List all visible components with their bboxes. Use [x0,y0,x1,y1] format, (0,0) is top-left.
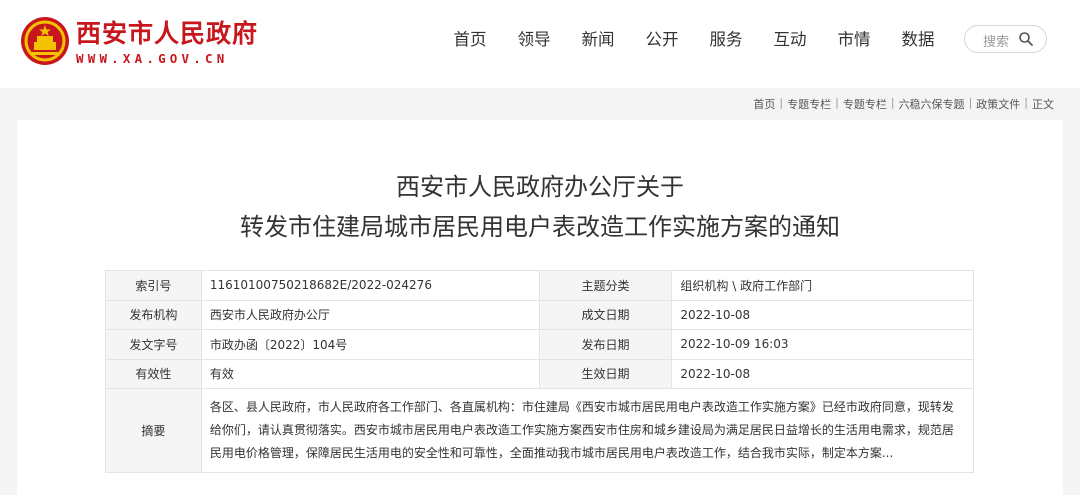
nav-item-interaction[interactable]: 互动 [758,26,822,54]
breadcrumb-separator: | [779,96,784,109]
breadcrumb-policy-documents[interactable]: 政策文件 [976,96,1020,112]
document-number-value: 市政办函〔2022〕104号 [200,329,540,360]
breadcrumb-special-topics-2[interactable]: 专题专栏 [843,96,887,112]
created-date-value: 2022-10-08 [671,299,974,330]
index-value: 11610100750218682E/2022-024276 [200,270,540,301]
table-row: 发布机构 西安市人民政府办公厅 成文日期 2022-10-08 [105,299,974,330]
main-nav: 首页 领导 新闻 公开 服务 互动 市情 数据 [438,26,950,54]
breadcrumb-special-topics[interactable]: 专题专栏 [787,96,831,112]
article-title-line2: 转发市住建局城市居民用电户表改造工作实施方案的通知 [240,213,840,241]
topic-label: 主题分类 [538,270,673,301]
document-number-label: 发文字号 [105,329,202,360]
site-name[interactable]: 西安市人民政府 [76,14,258,50]
table-row: 有效性 有效 生效日期 2022-10-08 [105,358,974,389]
breadcrumb-six-stability[interactable]: 六稳六保专题 [899,96,965,112]
breadcrumb-separator: | [890,96,895,109]
effective-date-label: 生效日期 [538,358,673,389]
effective-date-value: 2022-10-08 [671,358,974,389]
breadcrumb-separator: | [1024,96,1028,109]
validity-label: 有效性 [105,358,202,389]
nav-item-city-info[interactable]: 市情 [822,26,886,54]
table-row: 索引号 11610100750218682E/2022-024276 主题分类 … [105,270,974,301]
created-date-label: 成文日期 [538,299,673,330]
breadcrumb-home[interactable]: 首页 [753,96,775,112]
nav-item-home[interactable]: 首页 [438,26,502,54]
breadcrumb: 首页 | 专题专栏 | 专题专栏 | 六稳六保专题 | 政策文件 | 正文 [753,96,1054,112]
issuer-label: 发布机构 [105,299,202,330]
validity-value: 有效 [200,358,540,389]
site-url: WWW.XA.GOV.CN [76,51,229,66]
nav-item-leaders[interactable]: 领导 [502,26,566,54]
abstract-label: 摘要 [105,388,202,473]
topic-value: 组织机构 \ 政府工作部门 [671,270,974,301]
issuer-value: 西安市人民政府办公厅 [200,299,540,330]
index-label: 索引号 [105,270,202,301]
breadcrumb-separator: | [835,96,839,109]
search-box[interactable]: 搜索 [964,25,1047,53]
table-row: 摘要 各区、县人民政府，市人民政府各工作部门、各直属机构：市住建局《西安市城市居… [105,388,975,473]
published-date-value: 2022-10-09 16:03 [671,329,974,360]
nav-item-news[interactable]: 新闻 [566,26,630,54]
nav-item-disclosure[interactable]: 公开 [630,26,694,54]
breadcrumb-current: 正文 [1032,98,1054,111]
search-icon[interactable] [1018,31,1034,47]
nav-item-data[interactable]: 数据 [886,26,950,54]
table-row: 发文字号 市政办函〔2022〕104号 发布日期 2022-10-09 16:0… [105,329,974,360]
nav-item-services[interactable]: 服务 [694,26,758,54]
document-info-table: 索引号 11610100750218682E/2022-024276 主题分类 … [105,270,975,473]
published-date-label: 发布日期 [538,329,673,360]
article-title-line1: 西安市人民政府办公厅关于 [396,173,684,201]
abstract-value: 各区、县人民政府，市人民政府各工作部门、各直属机构：市住建局《西安市城市居民用电… [200,388,975,473]
breadcrumb-separator: | [968,96,973,109]
site-header: 西安市人民政府 WWW.XA.GOV.CN 首页 领导 新闻 公开 服务 互动 … [0,0,1080,88]
search-input[interactable]: 搜索 [983,31,1009,50]
national-emblem-icon[interactable] [20,16,70,66]
